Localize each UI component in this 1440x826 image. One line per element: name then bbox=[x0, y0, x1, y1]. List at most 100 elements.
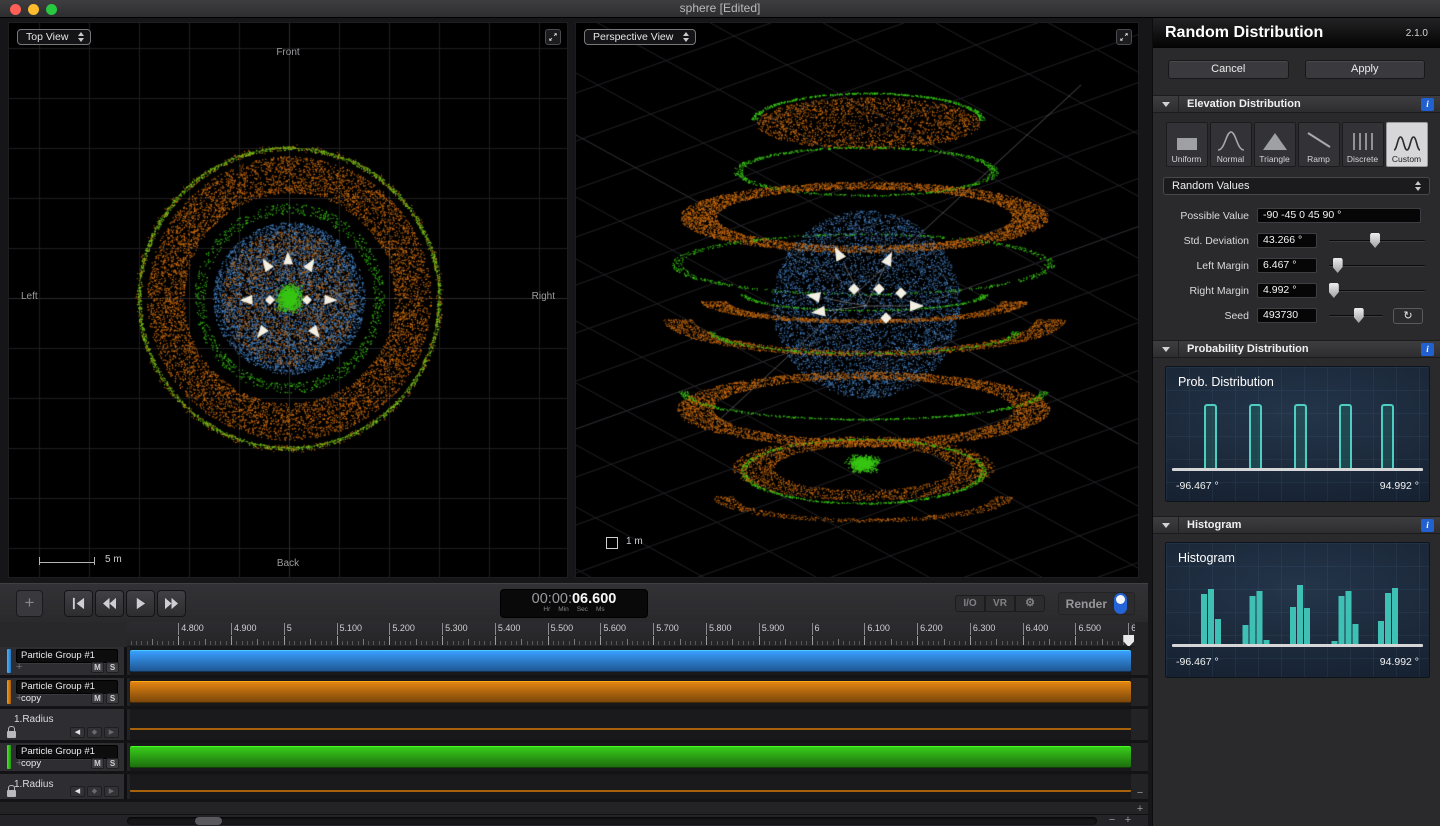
track-clip-bar[interactable] bbox=[130, 650, 1131, 672]
perspective-canvas[interactable] bbox=[576, 23, 1138, 577]
viewport-top-view[interactable]: Top View Front Back Left Right 5 m bbox=[8, 22, 568, 578]
field-value-input[interactable]: 6.467 ° bbox=[1257, 258, 1317, 273]
collapse-triangle-icon[interactable] bbox=[1153, 517, 1179, 533]
rewind-button[interactable] bbox=[95, 590, 124, 617]
parameter-curve-lane[interactable] bbox=[130, 776, 1131, 792]
refresh-seed-button[interactable]: ↻ bbox=[1393, 307, 1423, 324]
top-view-canvas[interactable] bbox=[9, 23, 567, 577]
timeline-zoom-in-button[interactable]: + bbox=[1121, 814, 1135, 826]
collapse-triangle-icon[interactable] bbox=[1153, 341, 1179, 357]
play-button[interactable] bbox=[126, 590, 155, 617]
expand-viewport-button[interactable] bbox=[1116, 29, 1132, 45]
histogram-section-header[interactable]: Histogram i bbox=[1153, 516, 1440, 534]
add-keyframe-button[interactable]: ◆ bbox=[87, 726, 102, 738]
render-button[interactable]: Render bbox=[1057, 592, 1135, 615]
settings-button[interactable]: ⚙ bbox=[1015, 595, 1045, 612]
horizontal-scrollbar[interactable] bbox=[127, 817, 1097, 825]
scrollbar-thumb[interactable] bbox=[195, 817, 222, 825]
timeline-zoom-out-button[interactable]: − bbox=[1105, 814, 1119, 826]
parameter-track-name[interactable]: 1.Radius bbox=[14, 714, 53, 725]
track-header[interactable]: Particle Group #1 copy + M S bbox=[0, 678, 127, 706]
track-add-button[interactable]: + bbox=[16, 758, 22, 769]
io-button[interactable]: I/O bbox=[955, 595, 985, 612]
field-value-input[interactable]: 4.992 ° bbox=[1257, 283, 1317, 298]
track-header[interactable]: 1.Radius ◀ ◆ ▶ bbox=[0, 709, 127, 740]
ruler-tick bbox=[864, 623, 866, 635]
apply-button[interactable]: Apply bbox=[1304, 60, 1425, 79]
info-icon[interactable]: i bbox=[1421, 97, 1434, 111]
go-to-start-button[interactable] bbox=[64, 590, 93, 617]
histogram-cluster bbox=[1331, 591, 1359, 644]
perspective-view-selector[interactable]: Perspective View bbox=[584, 29, 697, 45]
lock-icon[interactable] bbox=[7, 784, 16, 797]
add-keyframe-button[interactable]: ◆ bbox=[87, 785, 102, 797]
track-header[interactable]: Particle Group #1 + M S bbox=[0, 647, 127, 675]
mode-button-custom[interactable]: Custom bbox=[1385, 122, 1428, 167]
mode-button-triangle[interactable]: Triangle bbox=[1253, 122, 1296, 167]
time-ruler[interactable]: 4.800 4.900 5 5.100 5.200 5.300 5.400 5.500 5.60… bbox=[127, 622, 1135, 647]
field-value-input[interactable]: 43.266 ° bbox=[1257, 233, 1317, 248]
mute-button[interactable]: M bbox=[91, 692, 104, 704]
info-icon[interactable]: i bbox=[1421, 518, 1434, 532]
field-slider[interactable] bbox=[1329, 258, 1425, 273]
track-lane[interactable] bbox=[130, 678, 1131, 706]
ruler-minor-tick bbox=[1012, 641, 1014, 645]
elevation-section-header[interactable]: Elevation Distribution i bbox=[1153, 95, 1440, 113]
track-lane[interactable] bbox=[130, 774, 1131, 799]
fast-forward-button[interactable] bbox=[157, 590, 186, 617]
prev-keyframe-button[interactable]: ◀ bbox=[70, 785, 85, 797]
track-clip-bar[interactable] bbox=[130, 681, 1131, 703]
mode-button-uniform[interactable]: Uniform bbox=[1165, 122, 1208, 167]
viewport-perspective[interactable]: Perspective View 1 m bbox=[575, 22, 1139, 578]
render-toggle[interactable] bbox=[1114, 593, 1127, 614]
solo-button[interactable]: S bbox=[106, 692, 119, 704]
mode-button-normal[interactable]: Normal bbox=[1209, 122, 1252, 167]
playhead-marker[interactable] bbox=[1123, 635, 1135, 646]
mode-button-ramp[interactable]: Ramp bbox=[1297, 122, 1340, 167]
random-values-dropdown[interactable]: Random Values bbox=[1163, 177, 1430, 195]
ruler-tick bbox=[230, 623, 232, 635]
slider-thumb[interactable] bbox=[1332, 258, 1343, 273]
prev-keyframe-button[interactable]: ◀ bbox=[70, 726, 85, 738]
field-slider[interactable] bbox=[1329, 233, 1425, 248]
timecode-display[interactable]: 00:00:06.600 Hr Min Sec Ms bbox=[500, 589, 648, 618]
field-slider[interactable] bbox=[1328, 283, 1425, 298]
add-button[interactable]: + bbox=[16, 590, 43, 617]
info-icon[interactable]: i bbox=[1421, 342, 1434, 356]
next-keyframe-button[interactable]: ▶ bbox=[104, 785, 119, 797]
expand-viewport-button[interactable] bbox=[545, 29, 561, 45]
lock-icon[interactable] bbox=[7, 725, 16, 738]
vr-button[interactable]: VR bbox=[985, 595, 1015, 612]
track-lane[interactable] bbox=[130, 647, 1131, 675]
ruler-label: 5.400 bbox=[497, 623, 521, 633]
track-header[interactable]: 1.Radius ◀ ◆ ▶ bbox=[0, 774, 127, 799]
track-header[interactable]: Particle Group #1 copy + M S bbox=[0, 743, 127, 771]
ruler-minor-tick bbox=[157, 641, 159, 645]
collapse-triangle-icon[interactable] bbox=[1153, 96, 1179, 112]
track-add-button[interactable]: + bbox=[16, 693, 22, 704]
track-lane[interactable] bbox=[130, 709, 1131, 740]
field-value-input[interactable]: 493730 bbox=[1257, 308, 1317, 323]
slider-thumb[interactable] bbox=[1370, 233, 1381, 248]
top-view-selector[interactable]: Top View bbox=[17, 29, 92, 45]
cancel-button[interactable]: Cancel bbox=[1168, 60, 1289, 79]
next-keyframe-button[interactable]: ▶ bbox=[104, 726, 119, 738]
track-add-button[interactable]: + bbox=[16, 662, 22, 673]
ruler-minor-tick bbox=[927, 641, 929, 645]
ruler-tick bbox=[705, 623, 707, 635]
mode-label: Custom bbox=[1391, 154, 1422, 164]
track-height-decrease-button[interactable]: − bbox=[1134, 788, 1146, 800]
solo-button[interactable]: S bbox=[106, 757, 119, 769]
slider-thumb[interactable] bbox=[1353, 308, 1364, 323]
mute-button[interactable]: M bbox=[91, 661, 104, 673]
probability-section-header[interactable]: Probability Distribution i bbox=[1153, 340, 1440, 358]
track-clip-bar[interactable] bbox=[130, 746, 1131, 768]
solo-button[interactable]: S bbox=[106, 661, 119, 673]
slider-thumb[interactable] bbox=[1328, 283, 1339, 298]
field-slider[interactable] bbox=[1329, 308, 1383, 323]
track-lane[interactable] bbox=[130, 743, 1131, 771]
mode-button-discrete[interactable]: Discrete bbox=[1341, 122, 1384, 167]
field-value-input[interactable]: -90 -45 0 45 90 ° bbox=[1257, 208, 1421, 223]
mute-button[interactable]: M bbox=[91, 757, 104, 769]
parameter-curve-lane[interactable] bbox=[130, 711, 1131, 730]
